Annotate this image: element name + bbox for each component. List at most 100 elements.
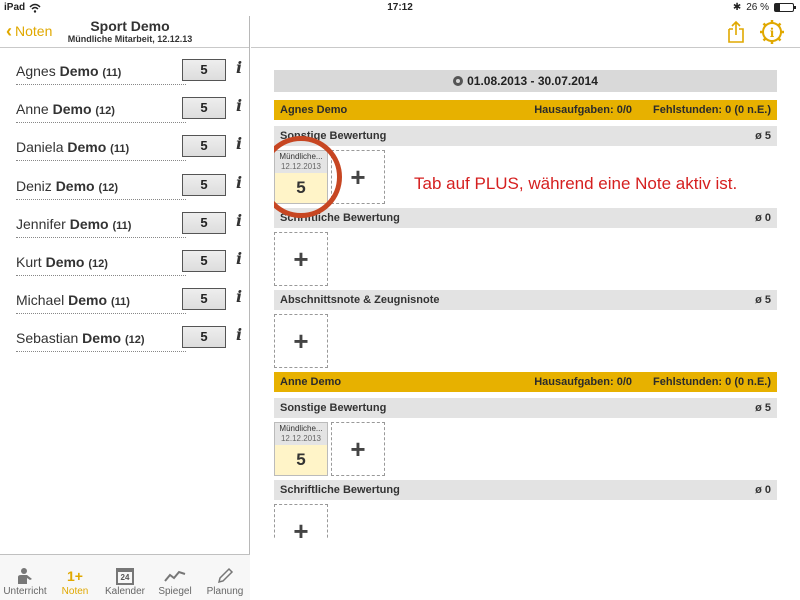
grade-field[interactable]: 5 <box>182 211 226 234</box>
tab-kalender[interactable]: 24 Kalender <box>101 566 149 597</box>
info-icon[interactable]: i <box>236 173 242 192</box>
add-grade-button[interactable]: + <box>274 504 328 538</box>
grade-cell[interactable]: Mündliche... 12.12.2013 5 <box>274 422 328 476</box>
battery-percent: 26 % <box>746 2 769 13</box>
section-student-name: Anne Demo <box>280 376 342 388</box>
tab-label: Planung <box>206 586 244 597</box>
info-icon[interactable]: i <box>236 325 242 344</box>
student-row[interactable]: Michael Demo (11) 5 i <box>0 283 250 321</box>
back-button[interactable]: ‹ Noten <box>6 22 53 40</box>
cell-row: Mündliche... 12.12.2013 5 + <box>274 422 777 476</box>
student-row[interactable]: Anne Demo (12) 5 i <box>0 92 250 130</box>
grade-cell-value: 5 <box>296 450 306 469</box>
category-header: Sonstige Bewertung ø 5 <box>274 126 777 146</box>
category-average: ø 0 <box>755 212 771 224</box>
student-list: Agnes Demo (11) 5 i Anne Demo (12) 5 i D… <box>0 54 250 360</box>
divider <box>16 122 186 124</box>
category-header: Abschnittsnote & Zeugnisnote ø 5 <box>274 290 777 310</box>
teacher-icon <box>15 566 35 586</box>
category-title: Sonstige Bewertung <box>280 402 387 414</box>
info-icon[interactable]: i <box>236 134 242 153</box>
grade-cells: Mündliche... 12.12.2013 5 + <box>274 418 777 480</box>
info-icon[interactable]: i <box>236 211 242 230</box>
course-title: Sport Demo <box>90 18 170 34</box>
add-grade-button[interactable]: + <box>331 422 385 476</box>
tab-label: Unterricht <box>3 586 47 597</box>
detail-panel: i 01.08.2013 - 30.07.2014 Agnes Demo Hau… <box>251 16 800 600</box>
grade-cells: + <box>274 228 777 290</box>
date-range-bar[interactable]: 01.08.2013 - 30.07.2014 <box>274 70 777 92</box>
info-icon[interactable]: i <box>236 96 242 115</box>
category-header: Sonstige Bewertung ø 5 <box>274 398 777 418</box>
absence-count: Fehlstunden: 0 (0 n.E.) <box>653 104 771 116</box>
grade-field[interactable]: 5 <box>182 326 226 349</box>
divider <box>16 274 186 276</box>
tab-noten[interactable]: 1+ Noten <box>51 566 99 597</box>
homework-count: Hausaufgaben: 0/0 <box>534 104 632 116</box>
period-icon <box>453 76 464 86</box>
student-row[interactable]: Daniela Demo (11) 5 i <box>0 130 250 168</box>
status-right: ✱ 26 % <box>732 2 796 13</box>
tab-label: Kalender <box>104 586 146 597</box>
bluetooth-icon: ✱ <box>732 2 742 13</box>
tab-planung[interactable]: Planung <box>201 566 249 597</box>
add-grade-button[interactable]: + <box>274 314 328 368</box>
tab-bar: Unterricht 1+ Noten 24 Kalender Spiegel … <box>0 554 250 600</box>
grade-cell-label: Mündliche... <box>279 424 323 433</box>
grade-cells: + <box>274 500 777 538</box>
date-range: 01.08.2013 - 30.07.2014 <box>467 74 598 88</box>
back-label: Noten <box>15 23 53 39</box>
calendar-icon: 24 <box>116 566 134 586</box>
student-list-panel: ‹ Noten Sport Demo Mündliche Mitarbeit, … <box>0 16 250 600</box>
settings-info-icon[interactable]: i <box>760 20 784 44</box>
grade-field[interactable]: 5 <box>182 249 226 272</box>
student-name: Kurt Demo (12) <box>16 253 108 270</box>
student-row[interactable]: Deniz Demo (12) 5 i <box>0 169 250 207</box>
student-row[interactable]: Jennifer Demo (11) 5 i <box>0 207 250 245</box>
absence-count: Fehlstunden: 0 (0 n.E.) <box>653 376 771 388</box>
student-row[interactable]: Agnes Demo (11) 5 i <box>0 54 250 92</box>
grade-field[interactable]: 5 <box>182 135 226 158</box>
student-row[interactable]: Sebastian Demo (12) 5 i <box>0 321 250 359</box>
tab-label: Spiegel <box>158 586 192 597</box>
grade-field[interactable]: 5 <box>182 288 226 311</box>
divider <box>16 351 186 353</box>
grade-field[interactable]: 5 <box>182 173 226 196</box>
share-icon[interactable] <box>726 20 746 44</box>
student-row[interactable]: Kurt Demo (12) 5 i <box>0 245 250 283</box>
svg-text:i: i <box>770 26 775 40</box>
grades-scroll-area[interactable]: 01.08.2013 - 30.07.2014 Agnes Demo Hausa… <box>274 70 777 538</box>
battery-fill <box>775 4 780 11</box>
left-nav-bar: ‹ Noten Sport Demo Mündliche Mitarbeit, … <box>0 16 249 48</box>
student-name: Agnes Demo (11) <box>16 63 122 79</box>
student-name: Michael Demo (11) <box>16 292 130 309</box>
tab-spiegel[interactable]: Spiegel <box>151 566 199 597</box>
divider <box>16 236 186 238</box>
grade-field[interactable]: 5 <box>182 97 226 120</box>
divider <box>16 313 186 315</box>
add-grade-button[interactable]: + <box>274 232 328 286</box>
divider <box>16 84 186 85</box>
annotation-text: Tab auf PLUS, während eine Note aktiv is… <box>414 174 738 193</box>
homework-count: Hausaufgaben: 0/0 <box>534 376 632 388</box>
info-icon[interactable]: i <box>236 249 242 268</box>
student-section-header: Anne Demo Hausaufgaben: 0/0 Fehlstunden:… <box>274 372 777 392</box>
divider <box>16 198 186 200</box>
trend-icon <box>164 566 186 586</box>
grade-field[interactable]: 5 <box>182 59 226 81</box>
tab-unterricht[interactable]: Unterricht <box>1 566 49 597</box>
section-student-name: Agnes Demo <box>280 104 348 116</box>
grade-cell-header: Mündliche... 12.12.2013 <box>275 423 327 445</box>
category-title: Schriftliche Bewertung <box>280 484 400 496</box>
category-title: Abschnittsnote & Zeugnisnote <box>280 294 440 306</box>
info-icon[interactable]: i <box>236 287 242 306</box>
tab-label: Noten <box>61 586 89 597</box>
course-subtitle: Mündliche Mitarbeit, 12.12.13 <box>67 34 193 44</box>
student-name: Jennifer Demo (11) <box>16 215 132 232</box>
battery-icon <box>774 3 796 12</box>
info-icon[interactable]: i <box>236 58 242 77</box>
grade-icon: 1+ <box>67 568 83 584</box>
clock: 17:12 <box>387 2 413 13</box>
category-header: Schriftliche Bewertung ø 0 <box>274 208 777 228</box>
cell-row: + <box>274 504 777 538</box>
